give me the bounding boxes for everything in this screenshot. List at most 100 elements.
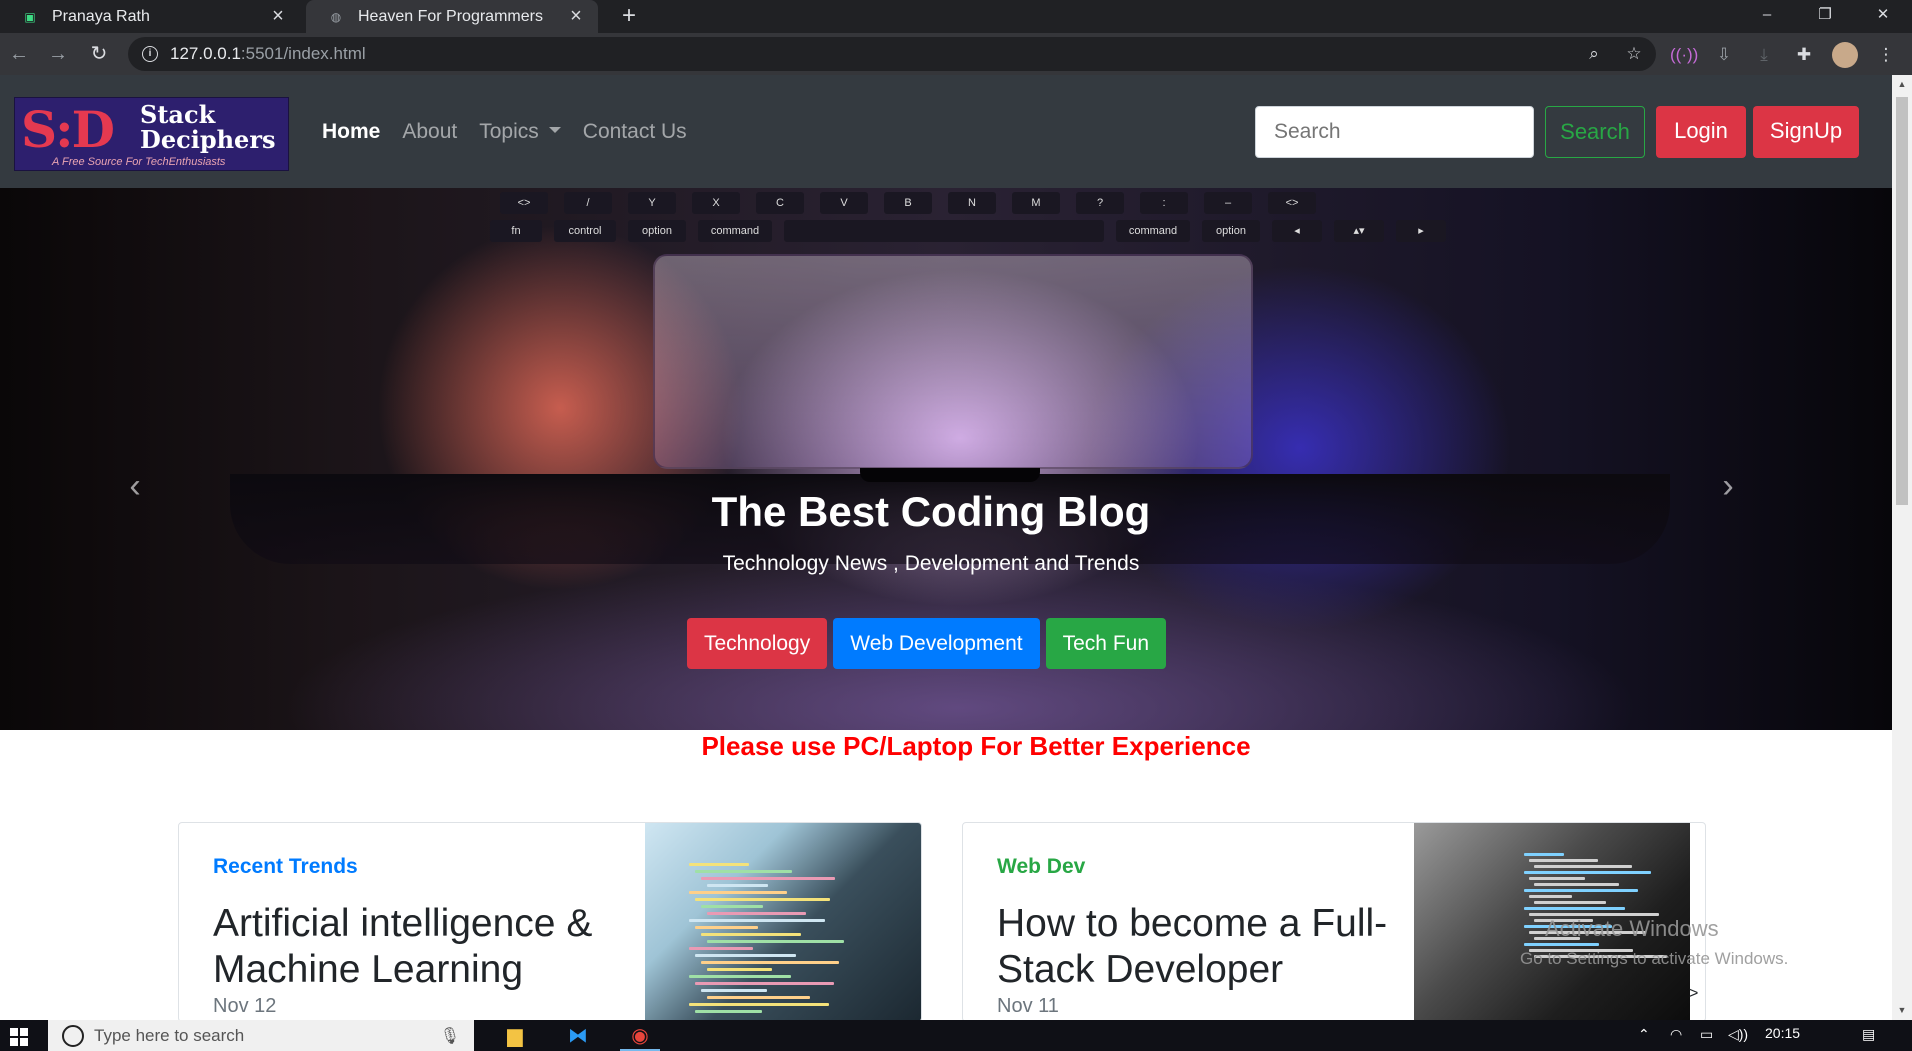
nav-contact-link[interactable]: Contact Us <box>583 120 687 144</box>
volume-icon[interactable]: ◁)) <box>1728 1026 1748 1043</box>
web-page: S:D Stack Deciphers A Free Source For Te… <box>0 75 1892 1020</box>
hero-subtitle: Technology News , Development and Trends <box>722 552 1140 575</box>
search-input[interactable] <box>1255 106 1534 158</box>
taskbar-search-placeholder: Type here to search <box>94 1025 245 1045</box>
address-bar[interactable]: i 127.0.0.1:5501/index.html <box>128 37 1656 71</box>
site-logo[interactable]: S:D Stack Deciphers A Free Source For Te… <box>14 97 289 171</box>
bookmark-star-icon[interactable]: ☆ <box>1621 41 1647 67</box>
extension-download-icon[interactable]: ⇩ <box>1710 41 1738 69</box>
keyboard-key: <> <box>1268 192 1316 214</box>
restore-button[interactable]: ❐ <box>1802 0 1848 33</box>
browser-tab-strip: ▣ Pranaya Rath × ◍ Heaven For Programmer… <box>0 0 1912 33</box>
close-tab-icon[interactable]: × <box>562 5 590 28</box>
nav-topics-dropdown[interactable]: Topics <box>479 120 561 144</box>
card-category[interactable]: Recent Trends <box>213 855 358 879</box>
keyboard-key: – <box>1204 192 1252 214</box>
keyboard-key: ▴▾ <box>1334 220 1384 242</box>
windows-start-icon[interactable] <box>10 1028 28 1046</box>
microphone-icon[interactable]: 🎙 <box>440 1026 460 1046</box>
scroll-down-arrow-icon[interactable]: ▼ <box>1892 1005 1912 1015</box>
zoom-icon[interactable]: ⌕ <box>1581 41 1607 67</box>
code-line <box>689 919 825 922</box>
keyboard-key: fn <box>490 220 542 242</box>
hero-button-group: Technology Web Development Tech Fun <box>687 618 1167 669</box>
browser-menu-icon[interactable]: ⋮ <box>1872 41 1900 69</box>
search-icon <box>62 1024 84 1047</box>
vscode-icon[interactable]: ⧓ <box>558 1022 598 1051</box>
logo-tagline: A Free Source For TechEnthusiasts <box>52 156 226 168</box>
code-line <box>689 863 749 866</box>
taskbar-clock[interactable]: 20:15 <box>1765 1025 1800 1041</box>
code-line <box>701 933 801 936</box>
card-category[interactable]: Web Dev <box>997 855 1085 879</box>
technology-button[interactable]: Technology <box>687 618 828 669</box>
keyboard-key: X <box>692 192 740 214</box>
code-line <box>1529 877 1585 880</box>
keyboard-key: M <box>1012 192 1060 214</box>
code-line <box>689 891 787 894</box>
code-line <box>707 940 844 943</box>
taskbar-search-box[interactable]: Type here to search 🎙 <box>48 1020 474 1051</box>
code-line <box>695 870 792 873</box>
nav-home-link[interactable]: Home <box>322 120 380 144</box>
card-thumbnail-image <box>645 823 921 1020</box>
keyboard-key: ▸ <box>1396 220 1446 242</box>
browser-tab-pranaya-rath[interactable]: ▣ Pranaya Rath × <box>0 0 300 33</box>
card-date: Nov 11 <box>997 995 1059 1017</box>
login-button[interactable]: Login <box>1656 106 1746 158</box>
logo-name-line1: Stack <box>140 100 216 129</box>
download-icon[interactable]: ⤓ <box>1750 41 1778 69</box>
logo-mark: S:D <box>21 100 115 159</box>
code-line <box>1534 901 1606 904</box>
forward-arrow-icon[interactable]: → <box>45 41 71 67</box>
code-line <box>1524 889 1638 892</box>
minimize-button[interactable]: – <box>1744 0 1790 33</box>
browser-tab-heaven-for-programmers[interactable]: ◍ Heaven For Programmers × <box>306 0 598 33</box>
code-line <box>1534 883 1619 886</box>
nav-topics-label: Topics <box>479 119 539 143</box>
scroll-up-arrow-icon[interactable]: ▲ <box>1892 79 1912 89</box>
profile-avatar[interactable] <box>1832 42 1858 68</box>
code-line <box>1529 859 1598 862</box>
extensions-puzzle-icon[interactable]: ✚ <box>1790 41 1818 69</box>
code-line <box>689 975 791 978</box>
tray-chevron-up-icon[interactable]: ⌃ <box>1638 1026 1650 1043</box>
site-info-icon[interactable]: i <box>142 46 158 62</box>
nav-about-link[interactable]: About <box>402 120 457 144</box>
file-explorer-icon[interactable]: ▆ <box>495 1022 535 1051</box>
url-host: 127.0.0.1 <box>170 44 241 63</box>
code-line <box>701 877 835 880</box>
keyboard-key: C <box>756 192 804 214</box>
caret-down-icon <box>548 126 561 133</box>
keyboard-key: <> <box>500 192 548 214</box>
keyboard-key: ? <box>1076 192 1124 214</box>
activate-windows-subtitle: Go to Settings to activate Windows. <box>1520 949 1789 968</box>
card-title: How to become a Full-Stack Developer <box>997 902 1388 991</box>
card-next-arrow[interactable]: > <box>1689 985 1698 1003</box>
tech-fun-button[interactable]: Tech Fun <box>1045 618 1167 669</box>
windows-taskbar: Type here to search 🎙 ▆ ⧓ ◉ ⌃ ◠ ▭ ◁)) 20… <box>0 1020 1912 1051</box>
battery-icon[interactable]: ▭ <box>1700 1026 1713 1043</box>
wifi-icon[interactable]: ◠ <box>1670 1026 1682 1043</box>
keyboard-key: / <box>564 192 612 214</box>
blog-card[interactable]: Recent Trends Artificial intelligence & … <box>178 822 922 1020</box>
back-arrow-icon[interactable]: ← <box>6 41 32 67</box>
notifications-icon[interactable]: ▤ <box>1862 1026 1875 1043</box>
chrome-icon[interactable]: ◉ <box>620 1022 660 1051</box>
code-line <box>1529 895 1572 898</box>
card-date: Nov 12 <box>213 995 277 1017</box>
logo-name-line2: Deciphers <box>140 125 276 154</box>
close-tab-icon[interactable]: × <box>264 5 292 28</box>
reload-icon[interactable]: ↻ <box>86 41 112 67</box>
extension-broadcast-icon[interactable]: ((·)) <box>1670 41 1698 69</box>
close-window-button[interactable]: ✕ <box>1860 0 1906 33</box>
keyboard-key: command <box>698 220 772 242</box>
search-button[interactable]: Search <box>1545 106 1645 158</box>
page-scrollbar[interactable]: ▲ ▼ <box>1892 75 1912 1020</box>
web-development-button[interactable]: Web Development <box>833 618 1040 669</box>
signup-button[interactable]: SignUp <box>1753 106 1859 158</box>
new-tab-button[interactable]: + <box>614 0 644 33</box>
code-line <box>695 982 834 985</box>
scrollbar-thumb[interactable] <box>1896 97 1908 505</box>
hero-caption: The Best Coding Blog Technology News , D… <box>0 486 1862 576</box>
